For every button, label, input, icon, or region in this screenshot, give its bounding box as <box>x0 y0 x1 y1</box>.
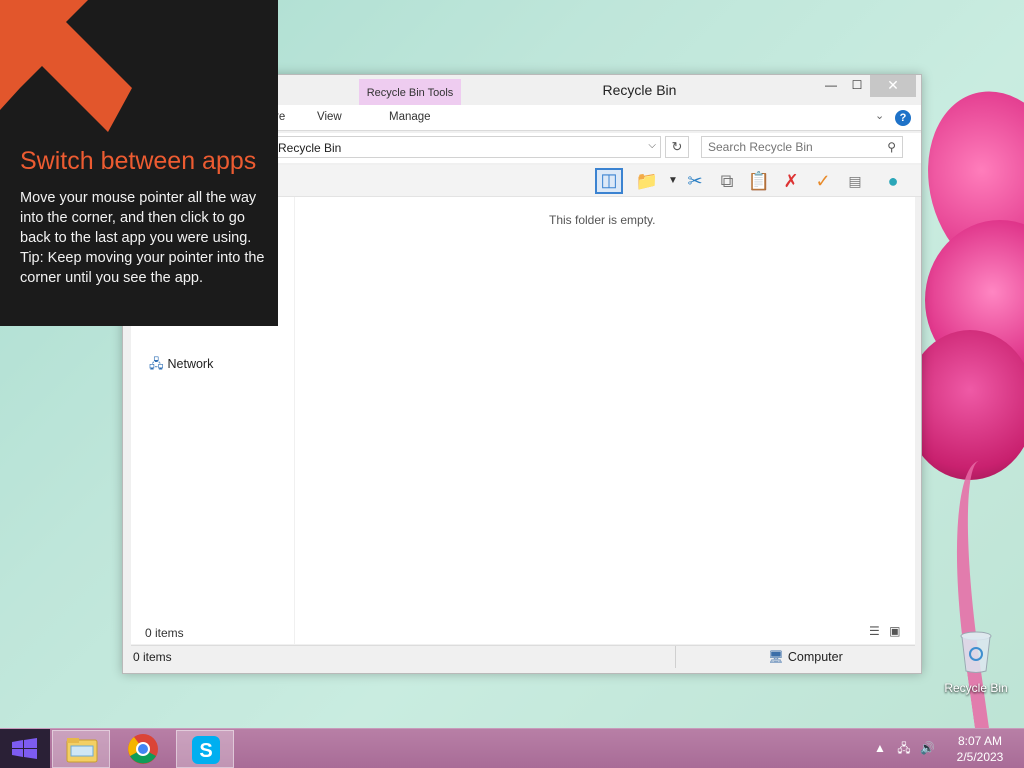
wallpaper-stem <box>938 456 1024 768</box>
taskbar-file-explorer[interactable] <box>52 730 110 768</box>
clock-date: 2/5/2023 <box>956 750 1004 764</box>
close-button[interactable]: ✕ <box>870 75 916 97</box>
search-input[interactable] <box>708 140 868 154</box>
network-status-icon[interactable]: 🖧 <box>897 741 910 755</box>
copy-icon[interactable]: ⧉ <box>713 168 741 194</box>
tip-title: Switch between apps <box>20 147 257 175</box>
empty-folder-message: This folder is empty. <box>549 213 656 227</box>
taskbar: S ▲ 🖧 🔊 8:07 AM 2/5/2023 <box>0 728 1024 768</box>
recycle-bin-icon <box>960 631 992 673</box>
clock-time: 8:07 AM <box>957 734 1003 748</box>
window-title: Recycle Bin <box>602 82 677 98</box>
item-count: 0 items <box>145 626 184 640</box>
delete-icon[interactable]: ✗ <box>777 168 805 194</box>
rename-icon[interactable]: ▤ <box>841 168 869 194</box>
skype-icon: S <box>192 736 220 764</box>
folder-properties-icon[interactable]: 📁 <box>633 168 661 194</box>
taskbar-chrome[interactable] <box>114 730 172 768</box>
taskbar-skype[interactable]: S <box>176 730 234 768</box>
volume-icon[interactable]: 🔊 <box>920 741 935 755</box>
network-icon: 🖧 <box>149 356 164 371</box>
ribbon-expand-icon[interactable]: ⌄ <box>875 109 884 122</box>
status-location: Computer <box>787 650 843 664</box>
tip-hint: Tip: Keep moving your pointer into the c… <box>20 250 265 286</box>
check-icon[interactable]: ✓ <box>809 168 837 194</box>
status-bar: 0 items 🖥 Computer <box>131 645 915 668</box>
details-view-icon[interactable]: ☰ <box>869 624 880 638</box>
nav-item-network[interactable]: 🖧 Network <box>149 355 213 377</box>
address-path: Recycle Bin <box>278 141 342 155</box>
start-button[interactable] <box>0 729 50 768</box>
tab-manage[interactable]: Manage <box>389 111 431 123</box>
search-box[interactable]: ⚲ <box>701 136 903 158</box>
preview-pane-icon[interactable]: ◫ <box>595 168 623 194</box>
show-hidden-icons-icon[interactable]: ▲ <box>874 741 886 755</box>
computer-icon: 🖥 <box>768 650 784 664</box>
paste-icon[interactable]: 📋 <box>745 168 773 194</box>
large-icons-view-icon[interactable]: ▣ <box>889 624 900 638</box>
minimize-button[interactable]: — <box>818 75 844 97</box>
maximize-button[interactable]: ☐ <box>844 75 870 97</box>
shell-icon[interactable]: ● <box>879 168 907 194</box>
switch-apps-tip: Switch between apps Move your mouse poin… <box>0 0 278 326</box>
svg-text:S: S <box>199 740 212 762</box>
address-bar[interactable]: Recycle Bin ⌵ <box>273 136 661 158</box>
status-divider <box>675 646 676 668</box>
arrow-up-left-icon <box>0 0 132 132</box>
nav-item-label: Network <box>167 357 214 371</box>
refresh-icon[interactable]: ↻ <box>665 136 689 158</box>
windows-logo-icon <box>12 738 37 759</box>
help-icon[interactable]: ? <box>895 110 911 126</box>
desktop-icon-label: Recycle Bin <box>944 681 1008 695</box>
tip-body: Move your mouse pointer all the way into… <box>20 190 257 246</box>
desktop-icon-recycle-bin[interactable]: Recycle Bin <box>938 630 1014 695</box>
system-clock[interactable]: 8:07 AM 2/5/2023 <box>940 733 1020 765</box>
chrome-icon <box>128 734 158 764</box>
search-icon: ⚲ <box>887 140 896 154</box>
chevron-down-icon[interactable]: ⌵ <box>648 140 656 151</box>
cut-icon[interactable]: ✂ <box>681 168 709 194</box>
tab-view[interactable]: View <box>317 111 342 123</box>
file-explorer-icon <box>66 738 98 763</box>
status-item-count: 0 items <box>133 650 172 664</box>
